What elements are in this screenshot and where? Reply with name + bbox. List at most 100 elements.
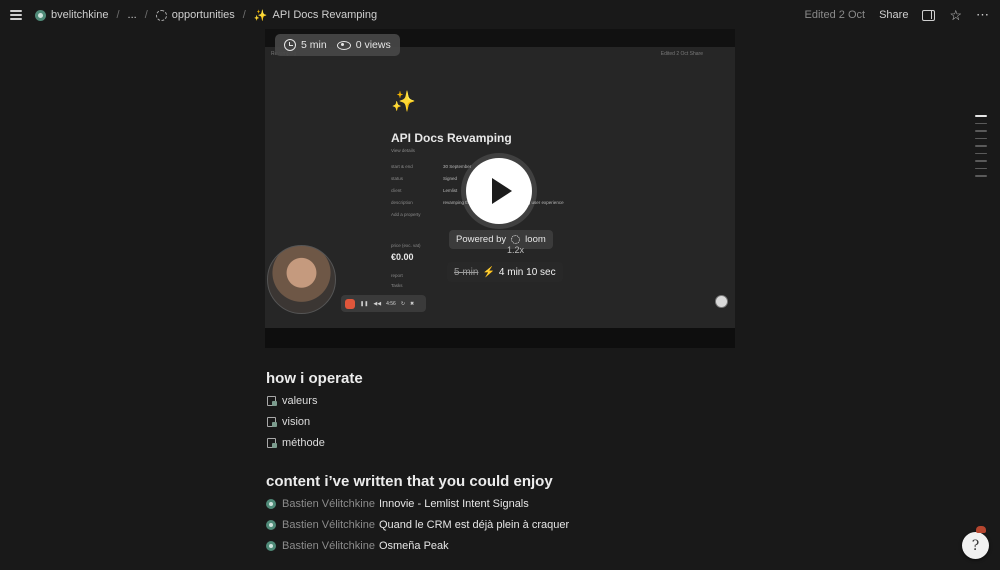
magic-wand-icon: ✨ [253,9,268,22]
workspace-icon [35,9,46,21]
breadcrumb-separator: / [242,9,246,21]
inner-price-value: €0.00 [391,252,414,262]
recording-time: 4:56 [386,300,396,307]
inner-item: report [391,273,403,278]
link-label: méthode [282,437,325,449]
help-button[interactable]: ? [962,526,989,559]
inner-price-label: price (exc. vat) [391,243,421,248]
help-mascot-icon: ? [971,537,980,554]
inner-topbar-right: Edited 2 Oct Share [660,51,703,57]
clock-icon [284,39,296,51]
article-link[interactable]: Bastien Vélitchkine Innovie - Lemlist In… [266,498,529,510]
topbar-actions: Edited 2 Oct Share ☆ ⋯ [805,0,990,30]
dashed-circle-icon [155,9,167,21]
article-title: Osmeña Peak [378,540,449,552]
inner-property-row: start & end 30 September [391,164,472,169]
article-author: Bastien Vélitchkine [282,498,375,510]
breadcrumb-separator: / [116,9,120,21]
link-vision[interactable]: vision [266,416,310,428]
stop-recording-icon [345,298,355,309]
toc-entry[interactable] [975,145,987,147]
recording-controls: ❚❚ ◀◀ 4:56 ↻ ✖ [341,295,426,312]
section-heading-operate: how i operate [266,370,363,387]
more-options-button[interactable]: ⋯ [976,7,990,23]
breadcrumb-opportunities[interactable]: opportunities [153,7,238,23]
inner-property-row: Add a property [391,212,421,217]
eye-icon [336,40,351,50]
loom-video-embed[interactable]: Revamping Edited 2 Oct Share ✨ API Docs … [265,29,735,348]
toc-entry[interactable] [975,122,987,124]
toc-entry[interactable] [975,160,987,162]
video-stats-pill: 5 min 0 views [275,34,400,56]
sidebar-toggle-button[interactable] [922,9,936,21]
playback-speed-label: 1.2x [507,245,525,255]
video-frame: Revamping Edited 2 Oct Share ✨ API Docs … [265,47,735,328]
workspace-icon [266,541,276,551]
hamburger-menu-icon[interactable] [10,10,22,20]
inner-magic-wand-icon: ✨ [391,91,416,113]
toc-entry[interactable] [975,167,987,169]
link-label: valeurs [282,395,318,407]
article-title: Innovie - Lemlist Intent Signals [378,498,529,510]
lightning-icon: ⚡ [482,266,495,278]
inner-property-row: descriptionrevamping the api documentati… [391,200,564,205]
edited-timestamp: Edited 2 Oct [804,9,866,21]
article-title: Quand le CRM est déjà plein à craquer [378,519,570,531]
table-of-contents[interactable] [975,115,987,183]
toc-entry[interactable] [975,130,987,132]
page-link-icon [266,437,278,449]
page-link-icon [266,416,278,428]
toc-entry[interactable] [975,137,987,139]
powered-by-loom[interactable]: Powered by loom [449,230,553,249]
breadcrumb-workspace-label: bvelitchkine [51,9,109,21]
breadcrumb-opportunities-label: opportunities [171,9,235,21]
inner-page-title: API Docs Revamping [391,131,512,145]
rewind-icon: ◀◀ [373,300,382,307]
inner-item: Tasks [391,283,403,288]
play-button[interactable] [466,158,532,224]
breadcrumb-current-page-label: API Docs Revamping [272,9,378,21]
breadcrumb: bvelitchkine / ... / opportunities / ✨ A… [0,0,380,30]
faster-duration: 4 min 10 sec [498,266,556,278]
workspace-icon [266,520,276,530]
more-dots-icon: ⋯ [976,7,990,22]
video-bottom-strip [265,328,735,348]
article-author: Bastien Vélitchkine [282,540,375,552]
breadcrumb-workspace[interactable]: bvelitchkine [32,7,111,23]
section-heading-content: content i’ve written that you could enjo… [266,473,553,490]
speed-savings-badge: 5 min ⚡ 4 min 10 sec [447,262,563,282]
article-link[interactable]: Bastien Vélitchkine Quand le CRM est déj… [266,519,569,531]
breadcrumb-ellipsis[interactable]: ... [125,7,140,23]
trash-icon: ✖ [410,300,415,307]
inner-subtitle: View details [391,148,415,153]
article-author: Bastien Vélitchkine [282,519,375,531]
video-views: 0 views [355,39,391,51]
link-methode[interactable]: méthode [266,437,325,449]
breadcrumb-ellipsis-label: ... [127,9,137,21]
link-label: vision [282,416,311,428]
article-link[interactable]: Bastien Vélitchkine Osmeña Peak [266,540,449,552]
toc-entry[interactable] [975,152,987,154]
user-avatar [715,295,728,308]
restart-icon: ↻ [400,300,406,307]
powered-by-label: Powered by [456,234,507,245]
sidebar-panel-icon [922,9,936,21]
pause-icon: ❚❚ [360,300,369,307]
star-icon: ☆ [949,6,962,23]
original-duration: 5 min [454,266,479,278]
breadcrumb-separator: / [144,9,148,21]
loom-logo-icon [511,235,521,244]
inner-property-row: status Signed [391,176,458,181]
favorite-button[interactable]: ☆ [949,7,962,24]
link-valeurs[interactable]: valeurs [266,395,317,407]
toc-entry[interactable] [975,175,987,177]
video-duration: 5 min [301,39,327,51]
presenter-avatar [267,245,336,314]
share-button[interactable]: Share [879,9,908,21]
workspace-icon [266,499,276,509]
loom-label: loom [525,234,546,245]
breadcrumb-current-page[interactable]: ✨ API Docs Revamping [251,7,380,24]
page-link-icon [266,395,278,407]
toc-entry[interactable] [975,115,987,117]
top-bar: bvelitchkine / ... / opportunities / ✨ A… [0,0,1000,30]
